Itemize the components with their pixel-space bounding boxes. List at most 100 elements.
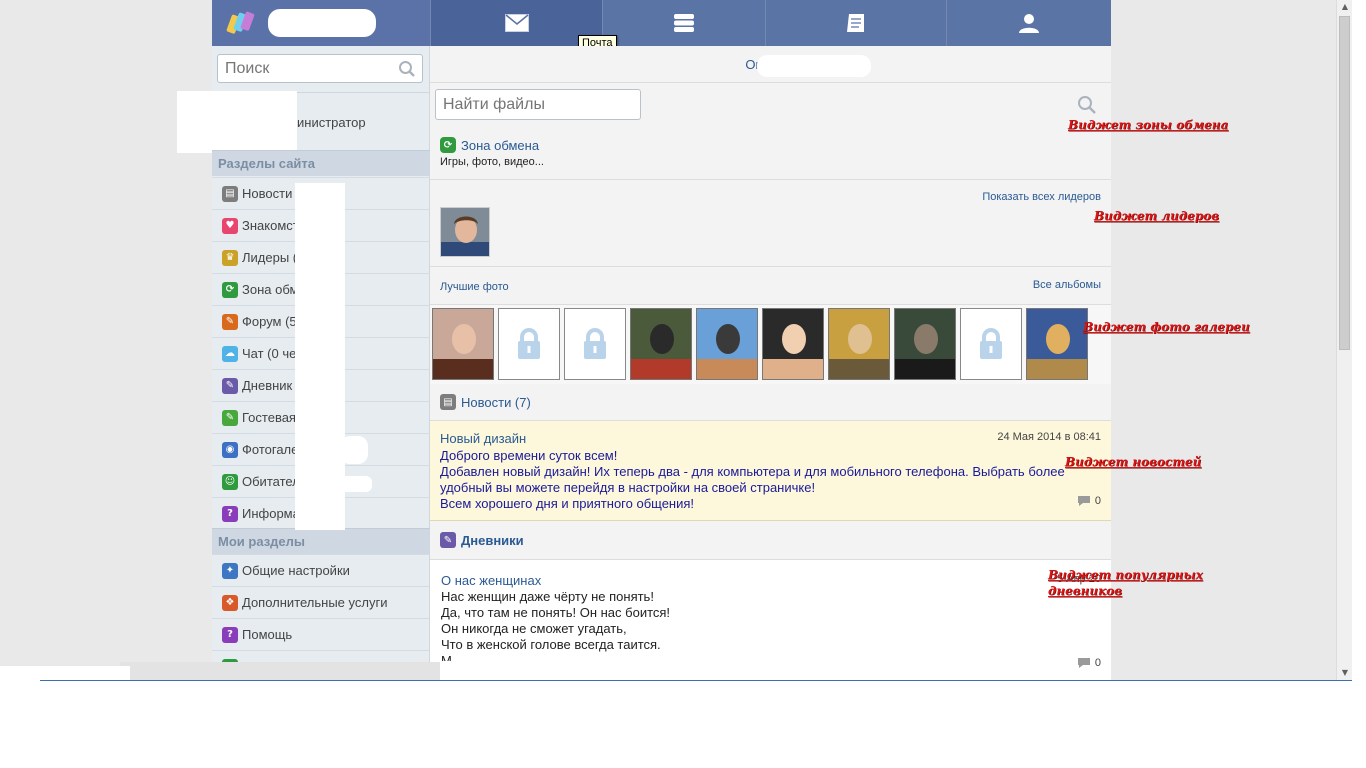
locked-photo[interactable] — [960, 308, 1022, 380]
diary-item: О нас женщинах 5 Апр 20 Нас женщин даже … — [430, 560, 1111, 680]
site-sections-heading: Разделы сайта — [212, 150, 430, 176]
news-comments[interactable]: 0 — [1077, 495, 1101, 507]
photo-image — [433, 309, 493, 379]
user-role: инистратор — [297, 115, 366, 130]
site-section-item-label: Лидеры ( — [242, 250, 298, 265]
news-icon: ▤ — [222, 185, 238, 202]
site-section-item-label: Фотогале — [242, 442, 299, 457]
scroll-up-icon[interactable]: ▲ — [1337, 0, 1353, 14]
exchange-widget: ⟳ Зона обмена Игры, фото, видео... — [430, 83, 1111, 180]
envelope-icon — [504, 14, 529, 32]
top-navigation — [212, 0, 1111, 46]
exchange-link[interactable]: ⟳ Зона обмена — [440, 137, 539, 153]
photo-strip — [430, 304, 1111, 384]
annotation-news-widget: Виджет новостей — [1065, 455, 1202, 469]
photo-image — [763, 309, 823, 379]
diary-line: Что в женской голове всегда таится. — [441, 637, 661, 652]
people-icon: ☺ — [222, 473, 238, 490]
blank-area — [0, 680, 1366, 768]
info-icon: ? — [222, 505, 238, 522]
gallery-photo[interactable] — [828, 308, 890, 380]
news-title[interactable]: Новый дизайн — [440, 431, 526, 446]
gallery-photo[interactable] — [762, 308, 824, 380]
exchange-icon: ⟳ — [222, 281, 238, 298]
chat-icon: ☁ — [222, 345, 238, 362]
news-body: Доброго времени суток всем! Добавлен нов… — [440, 448, 1080, 512]
gallery-photo[interactable] — [432, 308, 494, 380]
news-heading[interactable]: ▤ Новости (7) — [430, 384, 1111, 421]
news-line: удобный вы можете перейдя в настройки на… — [440, 480, 816, 495]
gallery-widget: Лучшие фото Все альбомы — [430, 267, 1111, 384]
all-albums-link[interactable]: Все альбомы — [1033, 279, 1101, 291]
stack-icon — [674, 14, 694, 32]
news-line: Доброго времени суток всем! — [440, 448, 618, 463]
online-bar[interactable]: Онлайн: — [430, 46, 1111, 83]
my-section-item[interactable]: ✦ Общие настройки — [212, 554, 430, 586]
wrench-icon: ✦ — [222, 562, 238, 579]
diary-title[interactable]: О нас женщинах — [441, 573, 541, 588]
trophy-icon: ♛ — [222, 249, 238, 266]
locked-photo[interactable] — [564, 308, 626, 380]
news-date: 24 Мая 2014 в 08:41 — [997, 431, 1101, 443]
guestbook-icon: ✎ — [222, 409, 238, 426]
exchange-subtitle: Игры, фото, видео... — [440, 156, 544, 168]
photo-image — [697, 309, 757, 379]
photo-image — [1027, 309, 1087, 379]
tab-profile[interactable] — [946, 0, 1111, 46]
search-icon[interactable] — [398, 60, 416, 78]
annotation-diaries-widget-line2: дневников — [1048, 584, 1123, 598]
site-section-item-label: Гостевая — [242, 410, 296, 425]
logo-icon — [226, 11, 255, 34]
browser-viewport: Почта инистратор Разделы сайта ▤Новости♥… — [0, 0, 1336, 680]
site-logo[interactable] — [212, 0, 430, 46]
horizontal-scrollbar[interactable] — [120, 662, 440, 680]
redacted-counts — [340, 436, 368, 464]
tab-notes[interactable] — [765, 0, 946, 46]
vertical-scrollbar[interactable]: ▲ ▼ — [1336, 0, 1352, 680]
heart-icon: ♥ — [222, 217, 238, 234]
comment-icon — [1077, 658, 1090, 668]
tab-feed[interactable] — [602, 0, 765, 46]
gallery-photo[interactable] — [894, 308, 956, 380]
photo-image — [895, 309, 955, 379]
diary-icon: ✎ — [440, 532, 456, 548]
best-photos-title[interactable]: Лучшие фото — [440, 281, 509, 293]
user-panel[interactable]: инистратор — [177, 91, 430, 153]
diary-line: Нас женщин даже чёрту не понять! — [441, 589, 654, 604]
diaries-heading[interactable]: ✎ Дневники — [430, 521, 1111, 560]
leader-avatar[interactable] — [440, 207, 490, 257]
scroll-thumb[interactable] — [1339, 16, 1350, 350]
search-icon[interactable] — [1077, 95, 1097, 115]
my-section-item-label: Общие настройки — [242, 563, 350, 578]
divider — [40, 680, 1352, 681]
news-line: Добавлен новый дизайн! Их теперь два - д… — [440, 464, 1065, 479]
news-line: Всем хорошего дня и приятного общения! — [440, 496, 695, 511]
site-section-item-label: Зона обм — [242, 282, 299, 297]
tab-mail[interactable] — [430, 0, 602, 46]
my-section-item[interactable]: ❖ Дополнительные услуги — [212, 586, 430, 618]
my-section-item-label: Дополнительные услуги — [242, 595, 388, 610]
search-input[interactable] — [218, 55, 388, 82]
diary-icon: ✎ — [222, 377, 238, 394]
diary-line: Он никогда не сможет угадать, — [441, 621, 627, 636]
user-icon — [1019, 14, 1039, 33]
diary-line: М — [441, 653, 452, 661]
photo-image — [631, 309, 691, 379]
my-section-item[interactable]: ? Помощь — [212, 618, 430, 650]
lock-icon — [584, 328, 606, 359]
scroll-down-icon[interactable]: ▼ — [1337, 666, 1353, 680]
gallery-photo[interactable] — [1026, 308, 1088, 380]
gallery-photo[interactable] — [630, 308, 692, 380]
gallery-photo[interactable] — [696, 308, 758, 380]
locked-photo[interactable] — [498, 308, 560, 380]
window-edge — [1352, 0, 1366, 680]
camera-icon: ◉ — [222, 441, 238, 458]
file-search-input[interactable] — [436, 90, 631, 119]
news-item: Новый дизайн 24 Мая 2014 в 08:41 Доброго… — [430, 421, 1111, 521]
diary-comments[interactable]: 0 — [1077, 657, 1101, 669]
show-all-leaders-link[interactable]: Показать всех лидеров — [982, 191, 1101, 203]
exchange-title: Зона обмена — [461, 137, 540, 153]
lock-icon — [980, 328, 1002, 359]
sidebar: инистратор Разделы сайта ▤ Новости ♥ Знаком… — [177, 46, 430, 680]
news-header-label: Новости (7) — [461, 394, 531, 410]
